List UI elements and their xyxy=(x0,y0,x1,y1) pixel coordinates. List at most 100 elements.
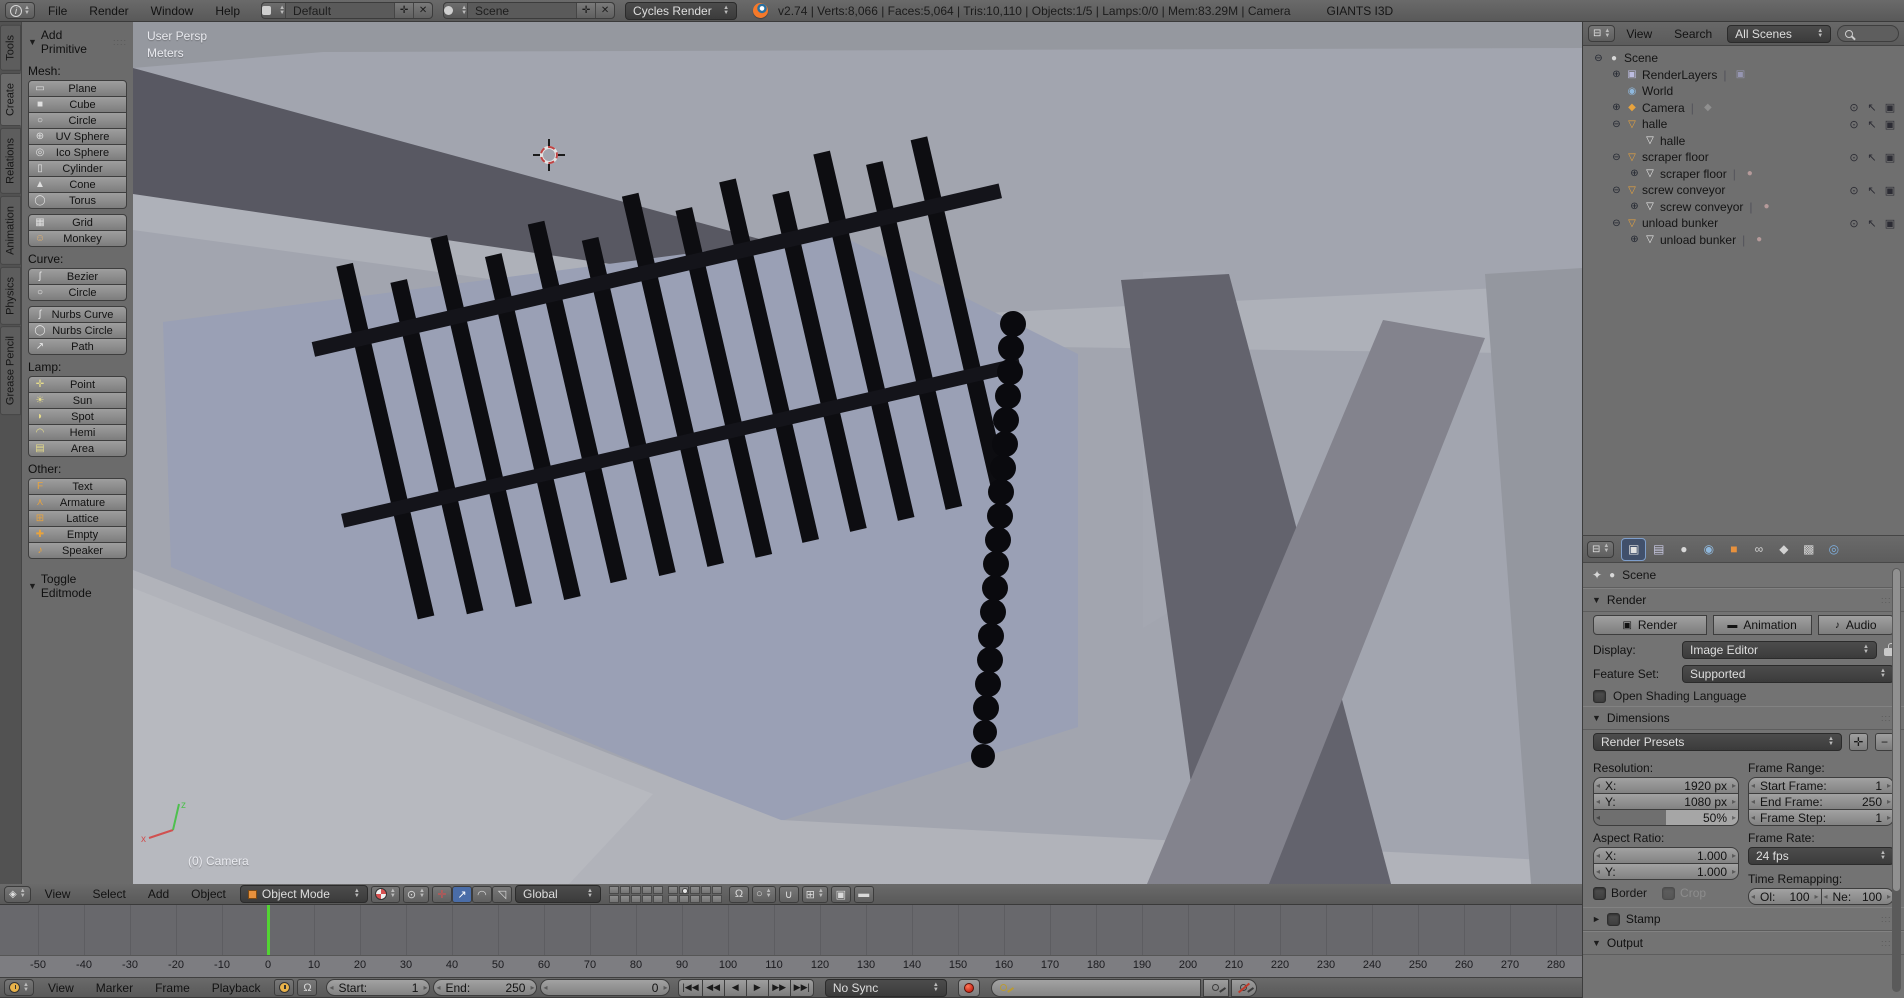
opengl-render-still-button[interactable]: ▣ xyxy=(831,886,851,903)
jump-next-keyframe-button[interactable]: ▶▶ xyxy=(768,979,791,997)
delete-layout-button[interactable]: ✕ xyxy=(413,3,432,18)
border-checkbox[interactable] xyxy=(1593,887,1606,900)
add-nurbs-curve-button[interactable]: ∫Nurbs Curve xyxy=(28,306,127,323)
shelf-tab-tools[interactable]: Tools xyxy=(0,25,21,71)
resolution-y-field[interactable]: Y: 1080 px xyxy=(1593,793,1739,810)
dimensions-panel-header[interactable]: ▼ Dimensions :::: xyxy=(1583,706,1904,730)
outliner-row-screw-conveyor[interactable]: ⊖▽screw conveyor⊙↖▣ xyxy=(1583,182,1904,199)
object-tab[interactable]: ■ xyxy=(1722,539,1745,560)
add-ico-sphere-button[interactable]: ◎Ico Sphere xyxy=(28,144,127,161)
add-circle-button[interactable]: ○Circle xyxy=(28,112,127,129)
physics-tab[interactable]: ◎ xyxy=(1822,539,1845,560)
translate-manipulator-button[interactable]: ↗ xyxy=(452,886,472,903)
playback-range-toggle[interactable] xyxy=(274,979,294,996)
add-cylinder-button[interactable]: ▯Cylinder xyxy=(28,160,127,177)
stamp-panel-header[interactable]: ► Stamp :::: xyxy=(1583,907,1904,931)
timeline-end-field[interactable]: End:250 xyxy=(433,979,537,996)
timeline-menu-playback[interactable]: Playback xyxy=(201,978,272,997)
add-cone-button[interactable]: ▲Cone xyxy=(28,176,127,193)
expand-icon[interactable]: ⊕ xyxy=(1609,102,1624,113)
scene-name[interactable]: Scene xyxy=(468,4,576,18)
jump-to-start-button[interactable]: |◀◀ xyxy=(678,979,702,997)
add-spot-button[interactable]: ◗Spot xyxy=(28,408,127,425)
shelf-tab-create[interactable]: Create xyxy=(0,73,21,126)
layer-cell[interactable] xyxy=(642,886,652,894)
shelf-tab-physics[interactable]: Physics xyxy=(0,267,21,325)
jump-to-end-button[interactable]: ▶▶| xyxy=(790,979,814,997)
crop-checkbox[interactable] xyxy=(1662,887,1675,900)
editor-type-timeline-button[interactable] xyxy=(4,979,34,996)
opengl-render-animation-button[interactable]: ▬ xyxy=(854,886,874,903)
layer-cell[interactable] xyxy=(679,886,689,894)
snap-element-dropdown[interactable]: ⊞ xyxy=(802,886,828,903)
feature-set-dropdown[interactable]: Supported xyxy=(1682,665,1894,683)
add-speaker-button[interactable]: ♪Speaker xyxy=(28,542,127,559)
renderability-camera-icon[interactable]: ▣ xyxy=(1881,101,1899,114)
visibility-eye-icon[interactable]: ⊙ xyxy=(1845,101,1863,114)
add-text-button[interactable]: FText xyxy=(28,478,127,495)
delete-scene-button[interactable]: ✕ xyxy=(595,3,614,18)
constraints-tab[interactable]: ∞ xyxy=(1747,539,1770,560)
add-torus-button[interactable]: ◯Torus xyxy=(28,192,127,209)
layer-cell[interactable] xyxy=(620,895,630,903)
renderability-camera-icon[interactable]: ▣ xyxy=(1881,217,1899,230)
layer-cell[interactable] xyxy=(712,895,722,903)
resolution-x-field[interactable]: X: 1920 px xyxy=(1593,777,1739,794)
rotate-manipulator-button[interactable]: ◠ xyxy=(472,886,492,903)
osl-checkbox[interactable] xyxy=(1593,690,1606,703)
aspect-y-field[interactable]: Y: 1.000 xyxy=(1593,863,1739,880)
proportional-edit-dropdown[interactable]: ○ xyxy=(752,886,776,903)
add-circle-button[interactable]: ○Circle xyxy=(28,284,127,301)
editor-type-3dview-button[interactable]: ◈ xyxy=(4,886,31,903)
add-primitive-panel-header[interactable]: ▼ Add Primitive :::: xyxy=(28,28,127,56)
selectability-cursor-icon[interactable]: ↖ xyxy=(1863,217,1881,230)
jump-prev-keyframe-button[interactable]: ◀◀ xyxy=(702,979,725,997)
layout-name[interactable]: Default xyxy=(286,4,394,18)
selectability-cursor-icon[interactable]: ↖ xyxy=(1863,101,1881,114)
collapse-icon[interactable]: ⊖ xyxy=(1591,53,1606,64)
render-panel-header[interactable]: ▼ Render :::: xyxy=(1583,588,1904,612)
renderability-camera-icon[interactable]: ▣ xyxy=(1881,118,1899,131)
outliner-row-camera[interactable]: ⊕◆Camera|◆⊙↖▣ xyxy=(1583,100,1904,117)
play-button[interactable]: ▶ xyxy=(746,979,769,997)
add-preset-button[interactable]: ✛ xyxy=(1849,733,1868,751)
outliner-row-unload-bunker[interactable]: ⊕▽unload bunker|● xyxy=(1583,232,1904,249)
sync-dropdown[interactable]: No Sync xyxy=(825,979,947,997)
resolution-percentage-slider[interactable]: 50% xyxy=(1593,809,1739,826)
layer-cell[interactable] xyxy=(631,886,641,894)
render-presets-dropdown[interactable]: Render Presets xyxy=(1593,733,1842,751)
current-frame-marker[interactable] xyxy=(267,905,270,955)
stamp-checkbox[interactable] xyxy=(1607,913,1620,926)
expand-icon[interactable]: ⊕ xyxy=(1627,201,1642,212)
play-reverse-button[interactable]: ◀ xyxy=(724,979,747,997)
selectability-cursor-icon[interactable]: ↖ xyxy=(1863,118,1881,131)
add-plane-button[interactable]: ▭Plane xyxy=(28,80,127,97)
3d-viewport[interactable]: User Persp Meters (0) Camera x z xyxy=(133,22,1582,884)
add-sun-button[interactable]: ☀Sun xyxy=(28,392,127,409)
add-lattice-button[interactable]: ⊞Lattice xyxy=(28,510,127,527)
scene-tab[interactable]: ● xyxy=(1672,539,1695,560)
outliner-row-world[interactable]: ◉World xyxy=(1583,83,1904,100)
3dview-menu-add[interactable]: Add xyxy=(137,884,180,904)
end-frame-field[interactable]: End Frame: 250 xyxy=(1748,793,1894,810)
collapse-icon[interactable]: ⊖ xyxy=(1609,152,1624,163)
pivot-point-dropdown[interactable]: ⊙ xyxy=(403,886,429,903)
lock-time-cursor-button[interactable]: Ω xyxy=(297,979,317,996)
add-point-button[interactable]: ✛Point xyxy=(28,376,127,393)
visibility-eye-icon[interactable]: ⊙ xyxy=(1845,151,1863,164)
render-engine-dropdown[interactable]: Cycles Render xyxy=(625,2,737,20)
insert-keyframe-button[interactable] xyxy=(1203,979,1229,997)
shelf-tab-relations[interactable]: Relations xyxy=(0,128,21,194)
frame-step-field[interactable]: Frame Step: 1 xyxy=(1748,809,1894,826)
add-armature-button[interactable]: ⋏Armature xyxy=(28,494,127,511)
3dview-menu-select[interactable]: Select xyxy=(81,884,136,904)
add-area-button[interactable]: ▤Area xyxy=(28,440,127,457)
visibility-eye-icon[interactable]: ⊙ xyxy=(1845,118,1863,131)
renderability-camera-icon[interactable]: ▣ xyxy=(1881,151,1899,164)
layer-cell[interactable] xyxy=(668,886,678,894)
remap-old-field[interactable]: Ol: 100 xyxy=(1748,888,1822,905)
menu-file[interactable]: File xyxy=(37,0,78,21)
auto-keyframe-record-button[interactable] xyxy=(958,979,980,997)
outliner-menu-view[interactable]: View xyxy=(1615,22,1663,45)
menu-window[interactable]: Window xyxy=(140,0,205,21)
